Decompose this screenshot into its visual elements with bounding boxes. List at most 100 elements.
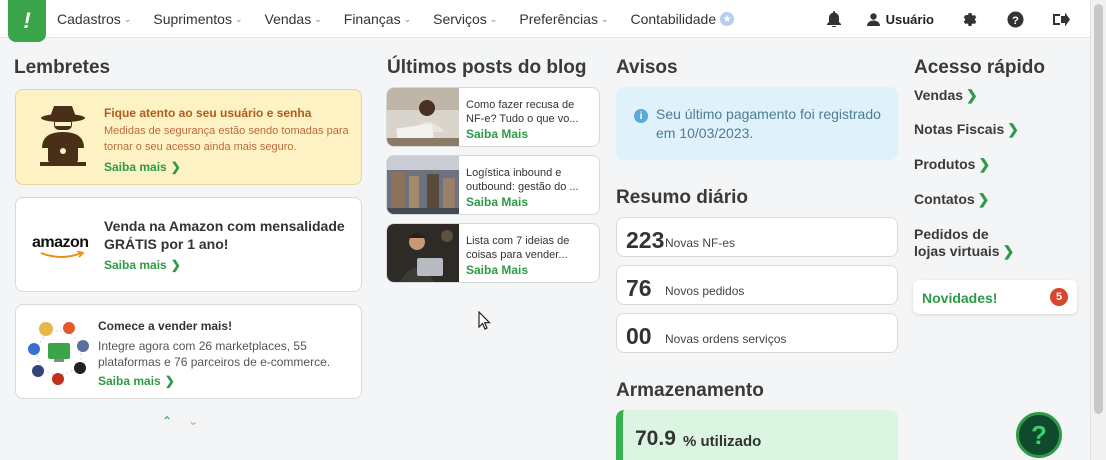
chevron-down-icon: ⌄	[403, 13, 412, 24]
blog-title: Últimos posts do blog	[387, 57, 587, 78]
mouse-cursor-icon	[478, 311, 491, 330]
nav-actions: Usuário ?	[799, 0, 1072, 38]
chevron-down-icon: ⌄	[489, 13, 498, 24]
quick-link-produtos[interactable]: Produtos ❯	[914, 156, 1054, 173]
reminder-desc: Medidas de segurança estão sendo tomadas…	[104, 125, 349, 153]
menu-contabilidade[interactable]: Contabilidade ★	[631, 11, 735, 27]
resumo-value: 00	[626, 323, 652, 349]
bell-icon[interactable]	[823, 8, 845, 30]
saiba-mais-link[interactable]: Saiba mais ❯	[104, 160, 181, 174]
reminder-title: Venda na Amazon com mensalidade GRÁTIS p…	[104, 218, 345, 252]
help-chat-button[interactable]: ?	[1016, 412, 1062, 458]
menu-cadastros[interactable]: Cadastros ⌄	[57, 11, 131, 27]
user-menu[interactable]: Usuário	[866, 11, 934, 27]
reminder-title: Fique atento ao seu usuário e senha	[104, 106, 312, 120]
blog-post-image	[387, 156, 459, 214]
quick-link-notas-fiscais[interactable]: Notas Fiscais ❯	[914, 121, 1054, 138]
quick-link-contatos[interactable]: Contatos ❯	[914, 191, 1054, 208]
link-label: Saiba mais	[98, 374, 161, 388]
chevron-right-icon: ❯	[170, 160, 181, 174]
user-label: Usuário	[885, 11, 934, 27]
reminder-amazon-card[interactable]: amazon Venda na Amazon com mensalidade G…	[15, 197, 362, 292]
novidades-button[interactable]: Novidades! 5	[913, 280, 1077, 314]
menu-label: Preferências	[519, 11, 598, 27]
chevron-up-icon[interactable]: ⌃	[162, 414, 172, 428]
gear-icon[interactable]	[958, 8, 980, 30]
chevron-right-icon: ❯	[1002, 243, 1015, 259]
storage-label: % utilizado	[683, 433, 762, 450]
saiba-mais-link[interactable]: Saiba mais ❯	[98, 374, 175, 388]
blog-post[interactable]: Como fazer recusa de NF-e? Tudo o que vo…	[386, 87, 600, 147]
blog-post-image	[387, 88, 459, 146]
quick-link-label: Contatos	[914, 191, 975, 207]
blog-post[interactable]: Lista com 7 ideias de coisas para vender…	[386, 223, 600, 283]
resumo-pedidos[interactable]: 76 Novos pedidos	[616, 265, 898, 305]
chevron-down-icon[interactable]: ⌄	[188, 414, 198, 428]
amazon-logo: amazon	[32, 234, 89, 258]
link-label: Saiba mais	[104, 258, 167, 272]
chevron-down-icon: ⌄	[314, 13, 322, 24]
blog-post-text: Lista com 7 ideias de coisas para vender…	[466, 235, 570, 261]
top-navbar: ! Cadastros ⌄ Suprimentos ⌄ Vendas ⌄ Finanç…	[0, 0, 1090, 42]
reminder-title: Comece a vender mais!	[98, 319, 233, 333]
link-label: Saiba mais	[104, 160, 167, 174]
chevron-down-icon: ⌄	[123, 13, 132, 24]
menu-vendas[interactable]: Vendas ⌄	[265, 11, 322, 27]
resumo-ordens[interactable]: 00 Novas ordens serviços	[616, 313, 898, 353]
menu-suprimentos[interactable]: Suprimentos ⌄	[153, 11, 242, 27]
menu-label: Suprimentos	[153, 11, 232, 27]
menu-servicos[interactable]: Serviços ⌄	[433, 11, 497, 27]
armazenamento-title: Armazenamento	[616, 380, 764, 401]
chevron-down-icon: ⌄	[234, 13, 243, 24]
menu-financas[interactable]: Finanças ⌄	[344, 11, 411, 27]
resumo-label: Novos pedidos	[665, 284, 745, 298]
svg-text:?: ?	[1012, 14, 1019, 26]
menu-label: Contabilidade	[630, 11, 717, 27]
chevron-right-icon: ❯	[170, 258, 181, 272]
aviso-text: Seu último pagamento foi registrado em 1…	[656, 106, 881, 141]
saiba-mais-link[interactable]: Saiba Mais	[466, 195, 528, 209]
hacker-icon	[40, 106, 86, 166]
menu-label: Cadastros	[57, 11, 121, 27]
logout-icon[interactable]	[1050, 8, 1072, 30]
app-logo[interactable]: !	[8, 0, 46, 42]
reminder-security-card[interactable]: Fique atento ao seu usuário e senha Medi…	[15, 89, 362, 185]
quick-link-vendas[interactable]: Vendas ❯	[914, 87, 1054, 104]
help-icon[interactable]: ?	[1004, 8, 1026, 30]
acesso-rapido-title: Acesso rápido	[914, 57, 1045, 78]
aviso-message: i Seu último pagamento foi registrado em…	[616, 87, 898, 160]
chevron-down-icon: ⌄	[600, 13, 609, 24]
main-menu: Cadastros ⌄ Suprimentos ⌄ Vendas ⌄ Finanças…	[57, 0, 756, 38]
blog-post-text: Como fazer recusa de NF-e? Tudo o que vo…	[466, 99, 579, 125]
saiba-mais-link[interactable]: Saiba mais ❯	[104, 258, 181, 272]
menu-label: Serviços	[433, 11, 487, 27]
reminder-desc: Integre agora com 26 marketplaces, 55 pl…	[98, 339, 331, 369]
integrations-icon	[28, 322, 89, 385]
menu-preferencias[interactable]: Preferências ⌄	[519, 11, 608, 27]
lembretes-title: Lembretes	[14, 57, 111, 78]
resumo-label: Novas NF-es	[665, 236, 736, 250]
resumo-nfe[interactable]: 223 Novas NF-es	[616, 217, 898, 257]
saiba-mais-link[interactable]: Saiba Mais	[466, 263, 528, 277]
resumo-title: Resumo diário	[616, 187, 748, 208]
info-icon: i	[634, 109, 648, 123]
blog-post-image	[387, 224, 459, 282]
menu-label: Vendas	[264, 11, 312, 27]
quick-link-pedidos-lojas[interactable]: Pedidos de lojas virtuais ❯	[914, 226, 1024, 260]
chevron-right-icon: ❯	[978, 156, 991, 172]
user-icon	[866, 12, 880, 26]
scrollbar-thumb[interactable]	[1094, 4, 1103, 414]
reminder-integrations-card[interactable]: Comece a vender mais! Integre agora com …	[15, 304, 362, 399]
novidades-count-badge: 5	[1050, 288, 1068, 306]
avisos-title: Avisos	[616, 57, 678, 78]
blog-post[interactable]: Logística inbound e outbound: gestão do …	[386, 155, 600, 215]
resumo-label: Novas ordens serviços	[665, 332, 787, 346]
saiba-mais-link[interactable]: Saiba Mais	[466, 127, 528, 141]
novidades-label: Novidades!	[922, 290, 998, 306]
menu-label: Finanças	[343, 11, 401, 27]
quick-link-label: Produtos	[914, 156, 976, 172]
vertical-scrollbar[interactable]	[1090, 0, 1106, 460]
reminders-pager: ⌃ ⌄	[162, 414, 198, 428]
storage-card: 70.9 % utilizado	[616, 410, 898, 460]
resumo-value: 76	[626, 275, 652, 301]
